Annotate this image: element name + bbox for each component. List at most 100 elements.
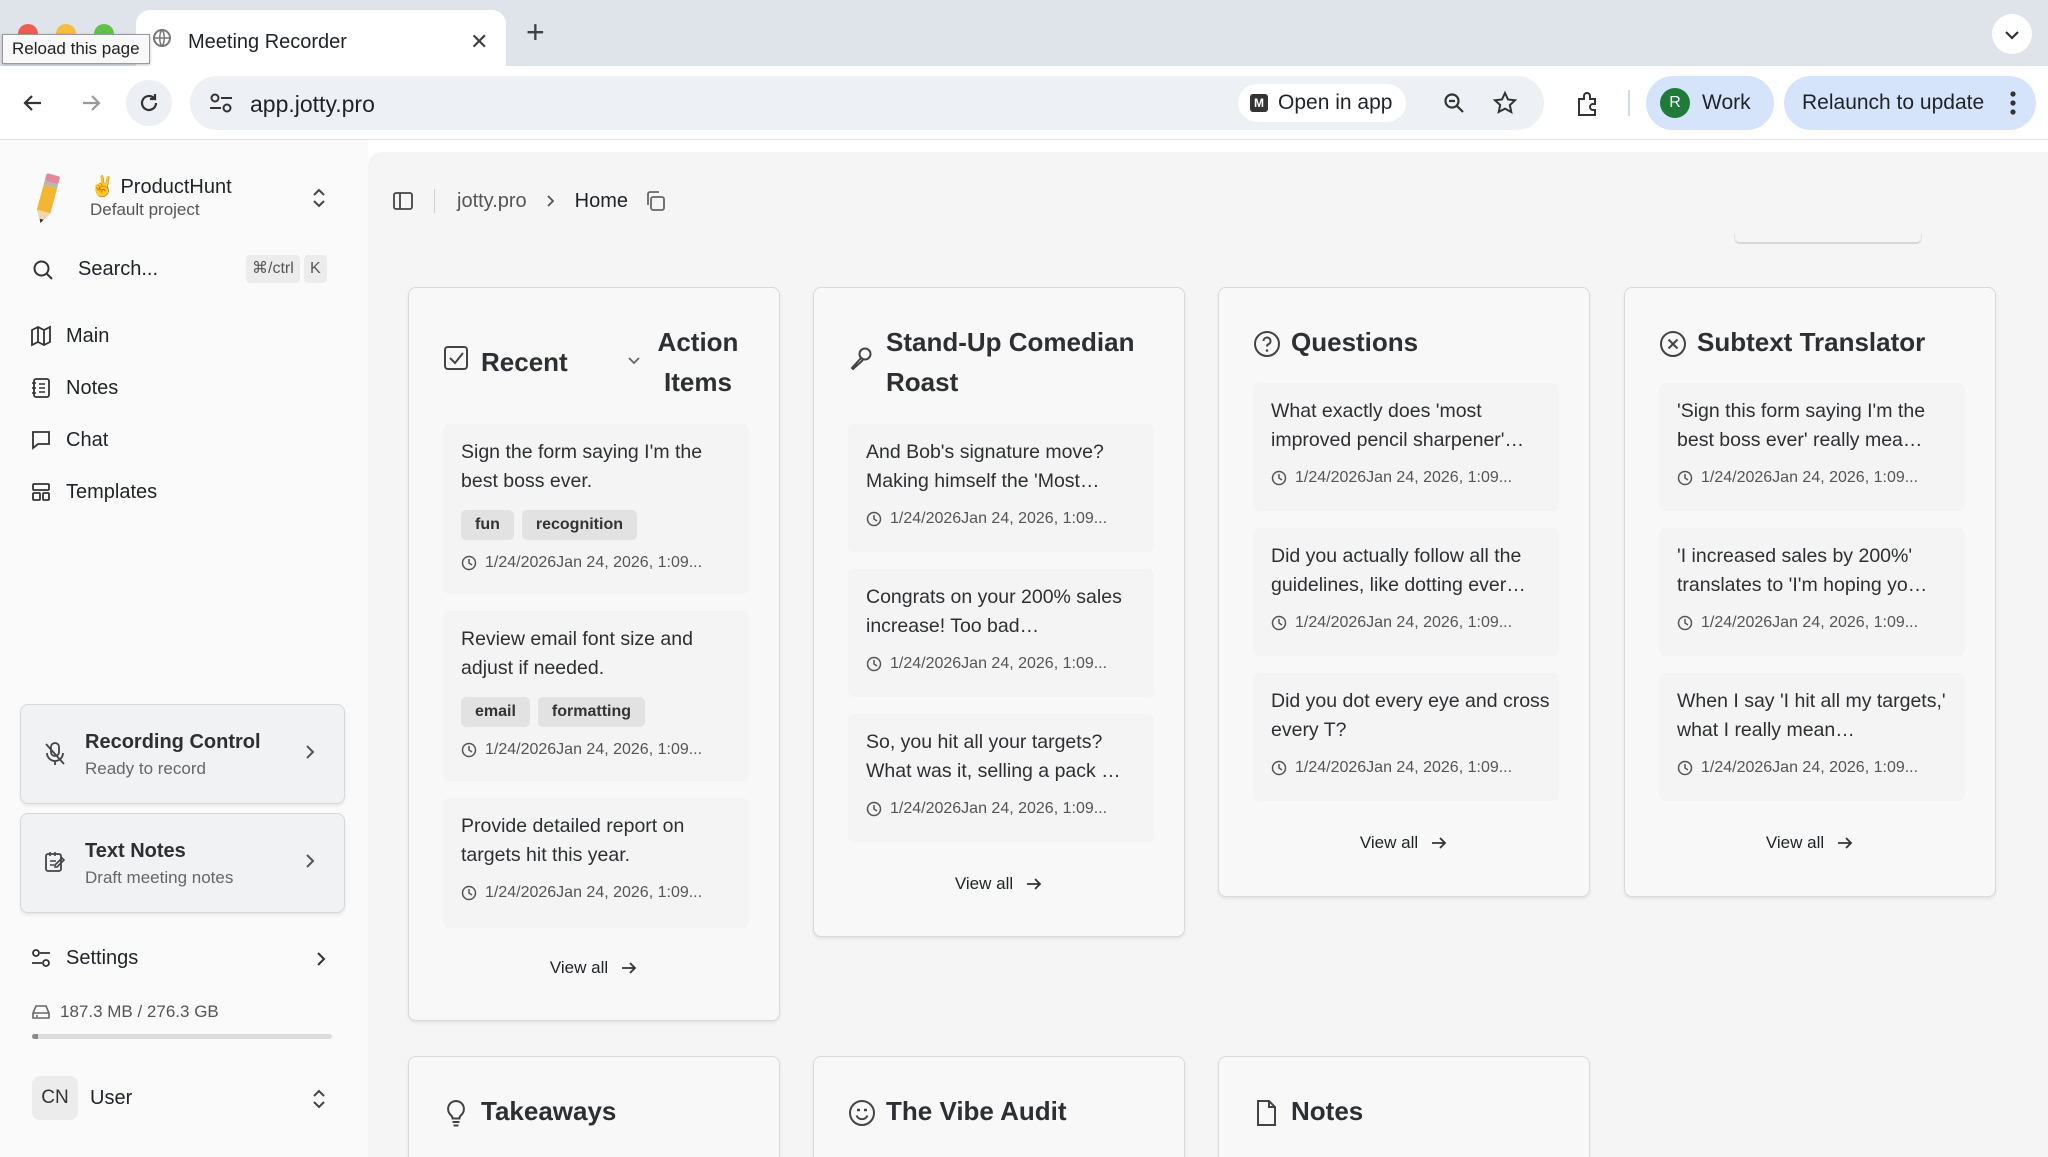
item-timestamp: 1/24/2026Jan 24, 2026, 1:09...	[461, 884, 702, 902]
view-all-label: View all	[549, 958, 609, 977]
item-text: Sign the form saying I'm the best boss e…	[461, 441, 703, 492]
reload-button[interactable]	[126, 80, 172, 126]
list-item[interactable]: And Bob's signature move? Making himself…	[848, 424, 1154, 552]
app-logo-icon: M	[1250, 94, 1268, 112]
item-timestamp: 1/24/2026Jan 24, 2026, 1:09...	[866, 510, 1107, 528]
settings-button[interactable]: Settings	[30, 938, 340, 978]
tag[interactable]: recognition	[521, 510, 637, 540]
storage-text: 187.3 MB / 276.3 GB	[60, 1002, 219, 1021]
item-text: Review email font size and adjust if nee…	[461, 628, 693, 679]
zoom-icon[interactable]	[1442, 91, 1466, 115]
view-all-link[interactable]: View all	[1625, 833, 1995, 853]
list-item[interactable]: Did you actually follow all the guidelin…	[1253, 528, 1559, 656]
sidebar-item-notes[interactable]: Notes	[30, 368, 340, 408]
list-item[interactable]: 'Sign this form saying I'm the best boss…	[1659, 383, 1965, 511]
arrow-left-icon	[23, 95, 41, 111]
tag[interactable]: formatting	[537, 697, 646, 727]
settings-label: Settings	[66, 946, 139, 969]
sidebar-item-label: Templates	[66, 480, 158, 503]
item-text: And Bob's signature move? Making himself…	[866, 441, 1104, 492]
arrow-right-icon	[83, 95, 101, 111]
hard-drive-icon	[32, 1004, 50, 1020]
chevron-down-icon[interactable]	[627, 354, 641, 368]
shortcut-modifier: ⌘/ctrl	[246, 255, 300, 283]
text-notes-panel[interactable]: Text Notes Draft meeting notes	[20, 813, 345, 913]
list-item[interactable]: What exactly does 'most improved pencil …	[1253, 383, 1559, 511]
file-icon	[1253, 1099, 1279, 1127]
search-button[interactable]: Search... ⌘/ctrl K	[30, 250, 340, 290]
timestamp-text: 1/24/2026Jan 24, 2026, 1:09...	[1295, 614, 1513, 631]
sidebar-item-templates[interactable]: Templates	[30, 472, 340, 512]
recording-control-panel[interactable]: Recording Control Ready to record	[20, 704, 345, 804]
browser-tab[interactable]: Meeting Recorder ✕	[136, 10, 506, 66]
clock-icon	[1677, 470, 1693, 486]
sidebar-item-chat[interactable]: Chat	[30, 420, 340, 460]
tag[interactable]: fun	[461, 510, 514, 540]
extensions-icon[interactable]	[1574, 90, 1602, 118]
tab-title: Meeting Recorder	[188, 31, 347, 53]
profile-name: Work	[1702, 91, 1751, 114]
chevron-right-icon	[303, 852, 317, 870]
address-bar[interactable]: app.jotty.pro M Open in app	[190, 76, 1544, 130]
clock-icon	[866, 801, 882, 817]
copy-icon[interactable]	[644, 190, 666, 212]
globe-icon	[152, 28, 172, 48]
open-in-app-button[interactable]: M Open in app	[1238, 84, 1407, 122]
list-item[interactable]: Sign the form saying I'm the best boss e…	[443, 424, 749, 594]
reload-icon	[140, 94, 158, 112]
profile-avatar: R	[1660, 88, 1690, 118]
tab-search-button[interactable]	[1992, 14, 2032, 54]
list-item[interactable]: Provide detailed report on targets hit t…	[443, 798, 749, 928]
more-vertical-icon[interactable]	[2010, 90, 2016, 116]
project-switcher[interactable]: ✌️ ProductHunt Default project	[28, 170, 338, 228]
breadcrumb-root[interactable]: jotty.pro	[457, 190, 527, 213]
view-all-link[interactable]: View all	[1219, 833, 1589, 853]
profile-button[interactable]: R Work	[1646, 76, 1774, 130]
arrow-right-icon	[1836, 835, 1854, 851]
item-timestamp: 1/24/2026Jan 24, 2026, 1:09...	[1271, 759, 1512, 777]
new-tab-button[interactable]: +	[526, 16, 545, 48]
takeaways-card: Takeaways	[408, 1056, 780, 1157]
card-title: Recent	[481, 347, 568, 377]
clock-icon	[461, 885, 477, 901]
project-subtitle: Default project	[90, 200, 200, 219]
view-all-link[interactable]: View all	[409, 958, 779, 978]
timestamp-text: 1/24/2026Jan 24, 2026, 1:09...	[1701, 469, 1919, 486]
avatar: CN	[32, 1076, 78, 1120]
clock-icon	[461, 742, 477, 758]
list-item[interactable]: Congrats on your 200% sales increase! To…	[848, 569, 1154, 697]
site-settings-icon[interactable]	[208, 91, 234, 115]
tag[interactable]: email	[461, 697, 530, 727]
chevron-down-icon	[2005, 31, 2019, 40]
toggle-sidebar-icon[interactable]	[392, 190, 414, 212]
clock-icon	[1271, 470, 1287, 486]
list-item[interactable]: Review email font size and adjust if nee…	[443, 611, 749, 781]
list-item[interactable]: Did you dot every eye and cross every T?…	[1253, 673, 1559, 801]
item-timestamp: 1/24/2026Jan 24, 2026, 1:09...	[1677, 614, 1918, 632]
card-title: Notes	[1291, 1096, 1364, 1126]
sidebar-item-label: Main	[66, 324, 110, 347]
list-item[interactable]: 'I increased sales by 200%' translates t…	[1659, 528, 1965, 656]
list-item[interactable]: So, you hit all your targets? What was i…	[848, 714, 1154, 842]
microphone-icon	[848, 346, 874, 372]
view-all-label: View all	[1765, 833, 1825, 852]
user-menu[interactable]: CN User	[32, 1076, 342, 1120]
item-text: Did you dot every eye and cross every T?	[1271, 690, 1550, 741]
item-text: Provide detailed report on targets hit t…	[461, 815, 685, 866]
view-all-link[interactable]: View all	[814, 874, 1184, 894]
roast-card: Stand-Up Comedian Roast And Bob's signat…	[813, 287, 1185, 937]
relaunch-button[interactable]: Relaunch to update	[1784, 76, 2036, 130]
arrow-right-icon	[1430, 835, 1448, 851]
open-in-app-label: Open in app	[1278, 91, 1393, 114]
sidebar-item-main[interactable]: Main	[30, 316, 340, 356]
bookmark-star-icon[interactable]	[1492, 90, 1518, 116]
card-title: The Vibe Audit	[886, 1096, 1067, 1126]
notes-card: Notes	[1218, 1056, 1590, 1157]
view-dropdown[interactable]: Action Items	[643, 322, 753, 402]
list-item[interactable]: When I say 'I hit all my targets,' what …	[1659, 673, 1965, 801]
timestamp-text: 1/24/2026Jan 24, 2026, 1:09...	[1295, 759, 1513, 776]
back-button[interactable]	[10, 80, 56, 126]
pencil-logo-icon	[28, 170, 66, 228]
forward-button[interactable]	[68, 80, 114, 126]
close-tab-icon[interactable]: ✕	[470, 29, 488, 55]
